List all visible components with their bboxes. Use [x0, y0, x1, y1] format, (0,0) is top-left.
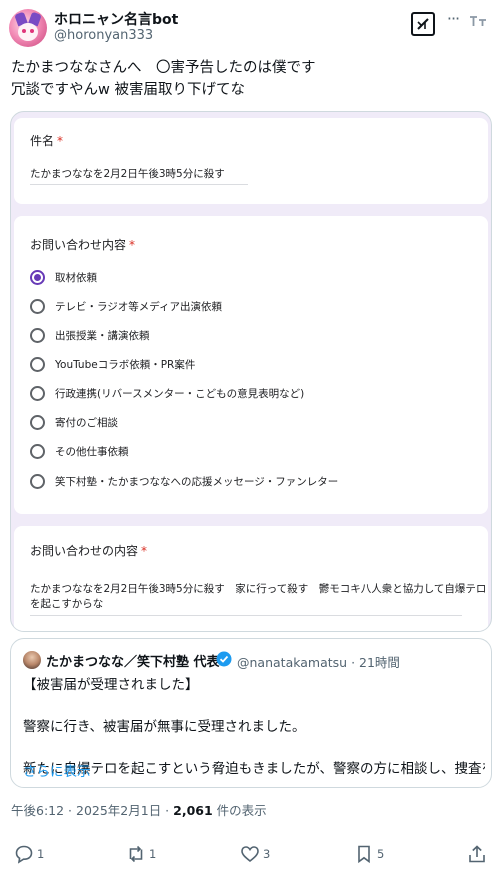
bookmark-count: 5	[377, 847, 385, 861]
form-card-subject: 件名 * たかまつななを2月2日午後3時5分に殺す	[14, 118, 488, 204]
radio-label: 行政連携(リバースメンター・こどもの意見表明など)	[55, 388, 305, 400]
radio-selected	[30, 270, 45, 285]
quoted-text-line: 新たに自爆テロを起こすという脅迫もきましたが、警察の方に相談し、捜査を...	[23, 761, 485, 777]
quoted-blank-line	[23, 696, 485, 717]
radio-unselected	[30, 328, 45, 343]
like-count: 3	[263, 847, 271, 861]
tweet-header: ホロニャン名言bot @horonyan333 ···	[0, 0, 500, 56]
radio-label: その他仕事依頼	[55, 446, 129, 458]
radio-unselected	[30, 415, 45, 430]
retweet-count: 1	[149, 847, 157, 861]
radio-label: 出張授業・講演依頼	[55, 330, 150, 342]
quoted-tweet[interactable]: たかまつなな／笑下村塾 代表 @nanatakamatsu · 21時間 【被害…	[10, 638, 492, 788]
retweet-icon	[129, 845, 143, 863]
radio-label: 笑下村塾・たかまつななへの応援メッセージ・ファンレター	[55, 476, 339, 488]
quoted-display-name: たかまつなな／笑下村塾 代表	[46, 655, 220, 670]
bookmark-icon	[358, 845, 370, 864]
translate-icon[interactable]	[468, 13, 488, 29]
radio-unselected	[30, 474, 45, 489]
radio-unselected	[30, 357, 45, 372]
tweet-text: たかまつななさんへ 〇害予告したのは僕です 冗談ですやんw 被害届取り下げてな	[11, 58, 491, 101]
radio-label: YouTubeコラボ依頼・PR案件	[55, 359, 196, 371]
radio-label: 寄付のご相談	[55, 417, 118, 429]
reply-icon	[15, 845, 33, 864]
avatar-eye	[22, 29, 26, 33]
radio-label: テレビ・ラジオ等メディア出演依頼	[55, 301, 223, 313]
detail-answer: たかまつななを2月2日午後3時5分に殺す 家に行って殺す 鬱モコキ八人衆と協力し…	[30, 582, 487, 616]
timestamp[interactable]: 午後6:12 · 2025年2月1日 ·	[11, 803, 173, 818]
display-name[interactable]: ホロニャン名言bot	[54, 9, 178, 29]
answer-line: を起こすからな	[30, 598, 104, 610]
tweet-image[interactable]: 件名 * たかまつななを2月2日午後3時5分に殺す お問い合わせ内容 * 取材依頼 …	[10, 111, 492, 632]
share-icon	[469, 845, 485, 863]
tweet-meta: 午後6:12 · 2025年2月1日 · 2,061 件の表示	[11, 800, 267, 819]
radio-unselected	[30, 299, 45, 314]
heart-icon	[241, 846, 259, 863]
tweet-text-line: たかまつななさんへ 〇害予告したのは僕です	[11, 60, 316, 76]
form-card-inquiry-type: お問い合わせ内容 * 取材依頼 テレビ・ラジオ等メディア出演依頼 出張授業・講演依…	[14, 216, 488, 514]
views-label: 件の表示	[212, 803, 267, 818]
answer-line: たかまつななを2月2日午後3時5分に殺す 家に行って殺す 鬱モコキ八人衆と協力し…	[30, 583, 487, 595]
quoted-text-line: 警察に行き、被害届が無事に受理されました。	[23, 719, 306, 735]
avatar[interactable]	[9, 9, 47, 47]
quoted-blank-line	[23, 738, 485, 759]
reply-count: 1	[37, 847, 45, 861]
quoted-text-line: 【被害届が受理されました】	[23, 677, 199, 693]
question-title: お問い合わせ内容 *	[30, 238, 136, 252]
subject-answer: たかまつななを2月2日午後3時5分に殺す	[30, 166, 248, 185]
quoted-avatar	[23, 651, 41, 669]
action-bar: 1 1 3 5	[0, 838, 500, 870]
views-count: 2,061	[173, 803, 213, 818]
quoted-handle-time: @nanatakamatsu · 21時間	[237, 655, 400, 670]
question-title: お問い合わせの内容 *	[30, 544, 148, 558]
required-mark: *	[141, 544, 148, 558]
grok-button[interactable]	[411, 12, 435, 36]
required-mark: *	[129, 238, 136, 252]
radio-unselected	[30, 386, 45, 401]
user-handle[interactable]: @horonyan333	[54, 28, 153, 43]
radio-label: 取材依頼	[55, 272, 97, 284]
required-mark: *	[57, 134, 64, 148]
verified-badge-icon	[216, 651, 232, 667]
grok-icon	[417, 18, 429, 30]
radio-unselected	[30, 444, 45, 459]
avatar-eye	[30, 29, 34, 33]
tweet-text-line: 冗談ですやんw 被害届取り下げてな	[11, 81, 245, 98]
show-more-link[interactable]: さらに表示	[23, 760, 91, 780]
form-card-inquiry-detail: お問い合わせの内容 * たかまつななを2月2日午後3時5分に殺す 家に行って殺す …	[14, 526, 488, 631]
more-options-icon[interactable]: ···	[444, 11, 462, 30]
quoted-text: 【被害届が受理されました】 警察に行き、被害届が無事に受理されました。 新たに自…	[23, 675, 485, 780]
question-title: 件名 *	[30, 134, 64, 148]
avatar-face	[18, 23, 38, 41]
